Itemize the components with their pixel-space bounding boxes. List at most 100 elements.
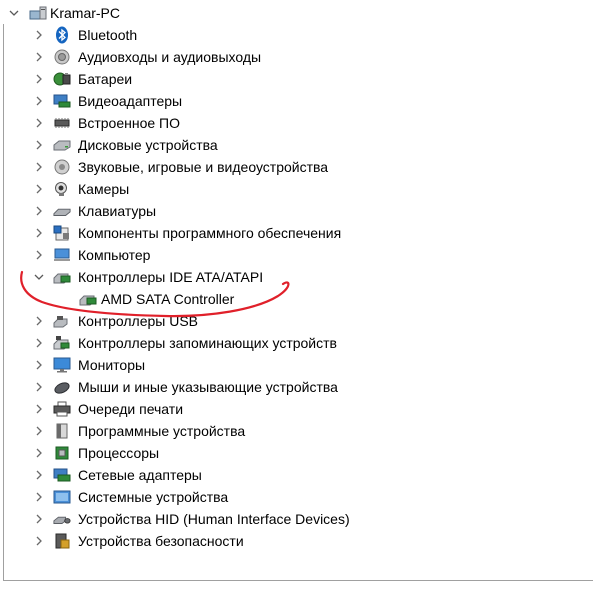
chevron-right-icon[interactable] <box>32 244 46 266</box>
display-adapter-icon <box>53 93 71 109</box>
chevron-right-icon[interactable] <box>32 464 46 486</box>
tree-item-label: Очереди печати <box>78 401 184 417</box>
chevron-right-icon[interactable] <box>32 112 46 134</box>
tree-item-label: Программные устройства <box>78 423 246 439</box>
chevron-right-icon[interactable] <box>32 508 46 530</box>
tree-root-label: Kramar-PC <box>50 5 121 21</box>
tree-item-label: Компьютер <box>78 247 151 263</box>
storage-controller-icon <box>53 335 71 351</box>
chevron-right-icon[interactable] <box>32 398 46 420</box>
chevron-right-icon[interactable] <box>32 420 46 442</box>
computer-icon <box>29 5 47 21</box>
tree-item-label: Батареи <box>78 71 133 87</box>
chevron-right-icon[interactable] <box>32 222 46 244</box>
tree-item-label: Устройства HID (Human Interface Devices) <box>78 511 350 527</box>
chevron-right-icon[interactable] <box>32 376 46 398</box>
chevron-right-icon[interactable] <box>32 156 46 178</box>
security-device-icon <box>53 533 71 549</box>
tree-item-label: Клавиатуры <box>78 203 157 219</box>
tree-item-label: Устройства безопасности <box>78 533 244 549</box>
tree-item-label: Мыши и иные указывающие устройства <box>78 379 338 395</box>
tree-root[interactable]: Kramar-PC <box>0 2 597 24</box>
hid-icon <box>53 511 71 527</box>
keyboard-icon <box>53 203 71 219</box>
tree-bottom-border <box>3 580 593 581</box>
chevron-right-icon[interactable] <box>32 24 46 46</box>
ide-controller-icon <box>79 291 97 307</box>
tree-item-software-components[interactable]: Компоненты программного обеспечения <box>0 222 597 244</box>
chevron-right-icon[interactable] <box>32 486 46 508</box>
tree-item-label: Компоненты программного обеспечения <box>78 225 342 241</box>
tree-item-label: Мониторы <box>78 357 146 373</box>
tree-item-cameras[interactable]: Камеры <box>0 178 597 200</box>
chevron-down-icon[interactable] <box>7 2 21 24</box>
disk-drive-icon <box>53 137 71 153</box>
tree-item-label: Контроллеры запоминающих устройств <box>78 335 337 351</box>
tree-item-audio-io[interactable]: Аудиовходы и аудиовыходы <box>0 46 597 68</box>
tree-item-label: Процессоры <box>78 445 160 461</box>
tree-item-label: Камеры <box>78 181 130 197</box>
tree-item-hid-devices[interactable]: Устройства HID (Human Interface Devices) <box>0 508 597 530</box>
camera-icon <box>53 181 71 197</box>
software-device-icon <box>53 423 71 439</box>
tree-item-print-queues[interactable]: Очереди печати <box>0 398 597 420</box>
device-tree: Kramar-PC Bluetooth Аудиовходы и аудиовы… <box>0 2 597 552</box>
tree-item-network-adapters[interactable]: Сетевые адаптеры <box>0 464 597 486</box>
processor-icon <box>53 445 71 461</box>
tree-item-label: Аудиовходы и аудиовыходы <box>78 49 262 65</box>
tree-item-ide-controllers[interactable]: Контроллеры IDE ATA/ATAPI <box>0 266 597 288</box>
tree-item-processors[interactable]: Процессоры <box>0 442 597 464</box>
tree-item-batteries[interactable]: Батареи <box>0 68 597 90</box>
chevron-right-icon[interactable] <box>32 90 46 112</box>
tree-item-label: Сетевые адаптеры <box>78 467 202 483</box>
chevron-right-icon[interactable] <box>32 46 46 68</box>
chevron-right-icon[interactable] <box>32 178 46 200</box>
chevron-right-icon[interactable] <box>32 310 46 332</box>
tree-item-disk-drives[interactable]: Дисковые устройства <box>0 134 597 156</box>
chevron-right-icon[interactable] <box>32 200 46 222</box>
computer-icon <box>53 247 71 263</box>
speaker-icon <box>53 49 71 65</box>
chevron-right-icon[interactable] <box>32 442 46 464</box>
bluetooth-icon <box>53 26 71 44</box>
tree-item-label: Видеоадаптеры <box>78 93 183 109</box>
tree-item-label: Дисковые устройства <box>78 137 218 153</box>
tree-item-security-devices[interactable]: Устройства безопасности <box>0 530 597 552</box>
tree-item-label: Звуковые, игровые и видеоустройства <box>78 159 329 175</box>
tree-item-display-adapters[interactable]: Видеоадаптеры <box>0 90 597 112</box>
tree-item-mice[interactable]: Мыши и иные указывающие устройства <box>0 376 597 398</box>
chevron-right-icon[interactable] <box>32 332 46 354</box>
tree-item-label: Контроллеры IDE ATA/ATAPI <box>78 269 264 285</box>
sound-icon <box>53 159 71 175</box>
chevron-right-icon[interactable] <box>32 68 46 90</box>
tree-item-label: Системные устройства <box>78 489 229 505</box>
software-component-icon <box>53 225 71 241</box>
tree-item-label: AMD SATA Controller <box>101 291 235 307</box>
chevron-down-icon[interactable] <box>32 266 46 288</box>
tree-item-label: Bluetooth <box>78 27 138 43</box>
system-device-icon <box>53 489 71 505</box>
tree-item-computer[interactable]: Компьютер <box>0 244 597 266</box>
battery-icon <box>53 71 71 87</box>
mouse-icon <box>53 379 71 395</box>
chevron-right-icon[interactable] <box>32 530 46 552</box>
tree-item-usb-controllers[interactable]: Контроллеры USB <box>0 310 597 332</box>
tree-item-software-devices[interactable]: Программные устройства <box>0 420 597 442</box>
tree-item-monitors[interactable]: Мониторы <box>0 354 597 376</box>
printer-icon <box>53 401 71 417</box>
tree-item-amd-sata-controller[interactable]: AMD SATA Controller <box>0 288 597 310</box>
firmware-chip-icon <box>53 115 71 131</box>
tree-item-storage-controllers[interactable]: Контроллеры запоминающих устройств <box>0 332 597 354</box>
tree-item-bluetooth[interactable]: Bluetooth <box>0 24 597 46</box>
device-manager-tree-view: Kramar-PC Bluetooth Аудиовходы и аудиовы… <box>0 0 597 589</box>
tree-item-firmware[interactable]: Встроенное ПО <box>0 112 597 134</box>
chevron-right-icon[interactable] <box>32 354 46 376</box>
tree-item-label: Встроенное ПО <box>78 115 180 131</box>
ide-controller-icon <box>53 269 71 285</box>
monitor-icon <box>53 357 71 373</box>
usb-icon <box>53 313 71 329</box>
tree-item-system-devices[interactable]: Системные устройства <box>0 486 597 508</box>
tree-item-sound-devices[interactable]: Звуковые, игровые и видеоустройства <box>0 156 597 178</box>
chevron-right-icon[interactable] <box>32 134 46 156</box>
tree-item-keyboards[interactable]: Клавиатуры <box>0 200 597 222</box>
